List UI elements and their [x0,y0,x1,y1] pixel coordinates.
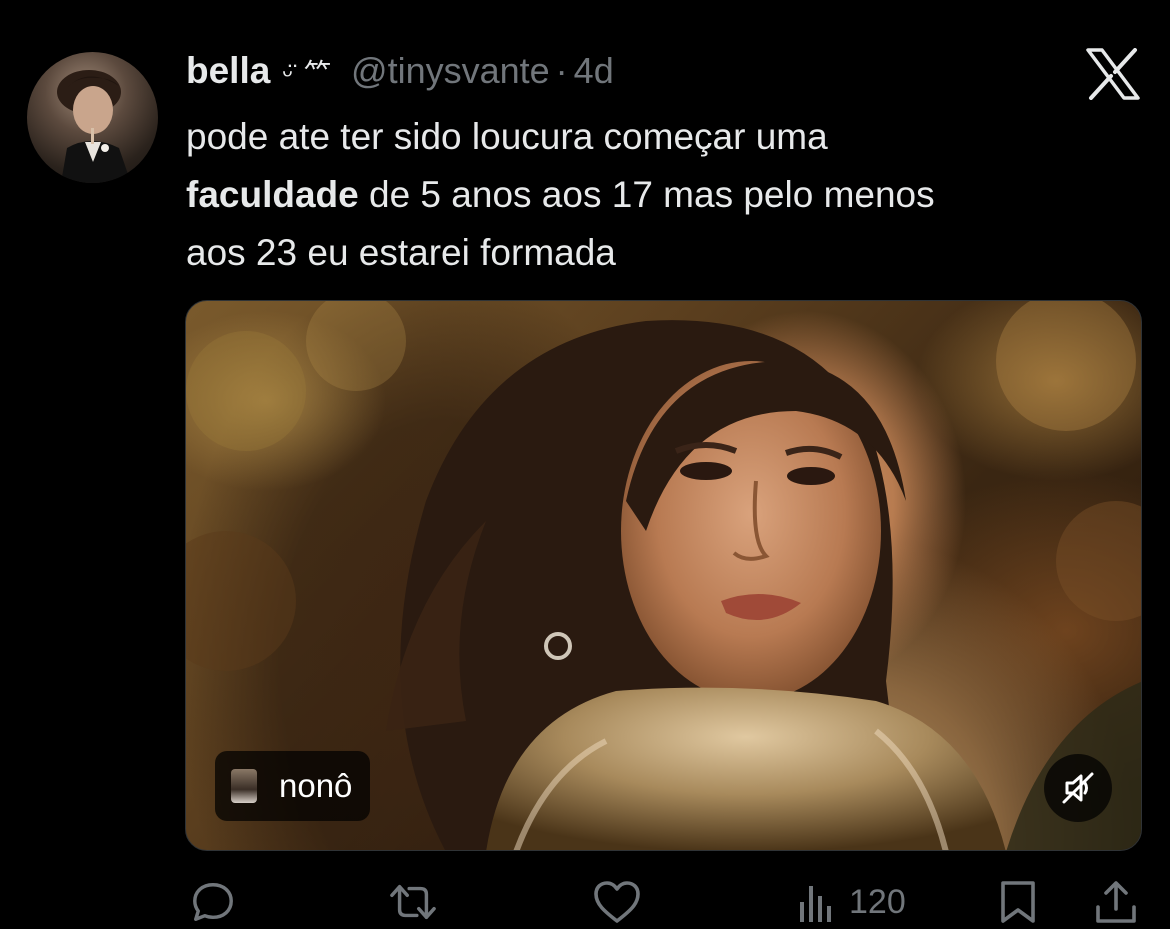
author-name-decoration: ᵕ̈ ⺮ [282,59,334,89]
retweet-icon [390,884,436,920]
views-button[interactable]: 120 [797,880,906,924]
header-separator: · [555,50,568,91]
author-avatar[interactable] [27,52,158,183]
tweet-text-line-3: aos 23 eu estarei formada [186,232,616,273]
heart-icon [594,881,640,923]
mute-button[interactable] [1044,754,1112,822]
tweet-timestamp[interactable]: 4d [574,50,614,92]
tweet-header: bella ᵕ̈ ⺮ @tinysvante · 4d [186,50,614,98]
share-icon [1096,881,1136,923]
author-display-name[interactable]: bella [186,50,270,92]
status-area [0,0,1170,14]
tweet-actions-bar: 120 [0,870,1170,929]
reply-button[interactable] [190,880,236,924]
media-caption-label: nonô [279,767,353,804]
x-logo-icon [1085,48,1141,100]
reply-bubble-icon [193,883,233,921]
media-caption-chip[interactable]: nonô [215,751,371,821]
author-handle[interactable]: @tinysvante [351,50,550,92]
bar-chart-icon [800,886,831,922]
like-button[interactable] [592,880,642,924]
tweet-text: pode ate ter sido loucura começar uma fa… [186,108,1136,282]
avatar-image [57,70,131,183]
bookmark-button[interactable] [998,880,1038,924]
tweet-text-line-2-rest: de 5 anos aos 17 mas pelo menos [358,174,935,215]
bookmark-icon [1001,881,1035,923]
share-button[interactable] [1094,880,1138,924]
tweet-text-line-2: faculdade de 5 anos aos 17 mas pelo meno… [186,166,1136,224]
tweet-text-line-1: pode ate ter sido loucura começar uma [186,116,828,157]
chip-avatar [231,769,257,803]
tweet-text-bold-word: faculdade [186,174,359,215]
retweet-button[interactable] [387,880,439,924]
views-count: 120 [849,882,906,921]
speaker-muted-icon [1062,772,1094,804]
tweet-media-video[interactable]: nonô [185,300,1142,851]
